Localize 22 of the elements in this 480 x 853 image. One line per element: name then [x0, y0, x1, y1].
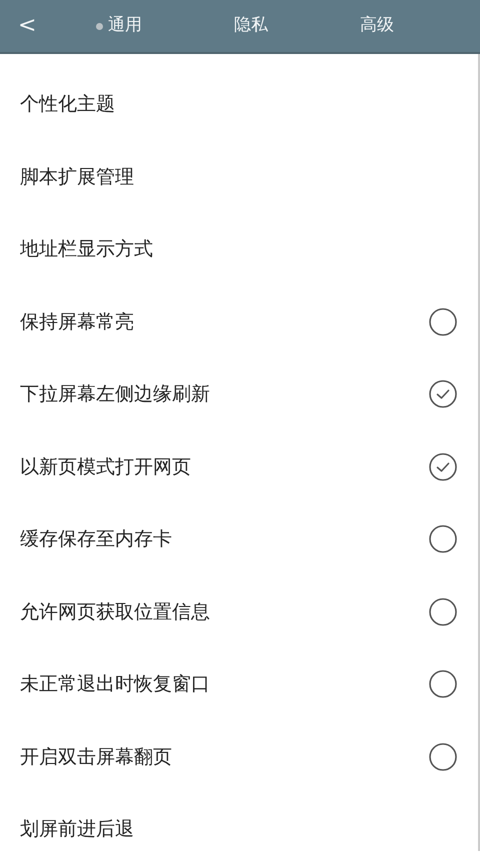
tab[interactable]: 隐私	[228, 9, 274, 43]
setting-label[interactable]: 允许网页获取位置信息	[20, 598, 210, 626]
checked-circle-icon[interactable]	[429, 380, 457, 408]
setting-label[interactable]: 开启双击屏幕翻页	[20, 742, 172, 771]
setting-label[interactable]: 脚本扩展管理	[20, 162, 134, 191]
unchecked-circle-icon[interactable]	[429, 598, 457, 626]
checked-circle-icon[interactable]	[429, 452, 457, 481]
back-button[interactable]: <	[0, 15, 50, 37]
unchecked-circle-icon[interactable]	[429, 742, 457, 771]
setting-label[interactable]: 以新页模式打开网页	[20, 452, 191, 481]
tab[interactable]: 通用	[90, 9, 148, 43]
setting-label[interactable]: 下拉屏幕左侧边缘刷新	[20, 380, 210, 408]
tab[interactable]: 高级	[354, 9, 400, 43]
setting-label[interactable]: 个性化主题	[20, 90, 115, 118]
setting-label[interactable]: 缓存保存至内存卡	[20, 525, 172, 554]
unchecked-circle-icon[interactable]	[429, 525, 457, 554]
setting-label[interactable]: 保持屏幕常亮	[20, 308, 134, 336]
setting-label[interactable]: 未正常退出时恢复窗口	[20, 670, 210, 698]
unchecked-circle-icon[interactable]	[429, 670, 457, 698]
unchecked-circle-icon[interactable]	[429, 308, 457, 336]
setting-label[interactable]: 划屏前进后退	[20, 815, 134, 844]
setting-label[interactable]: 地址栏显示方式	[20, 235, 153, 264]
